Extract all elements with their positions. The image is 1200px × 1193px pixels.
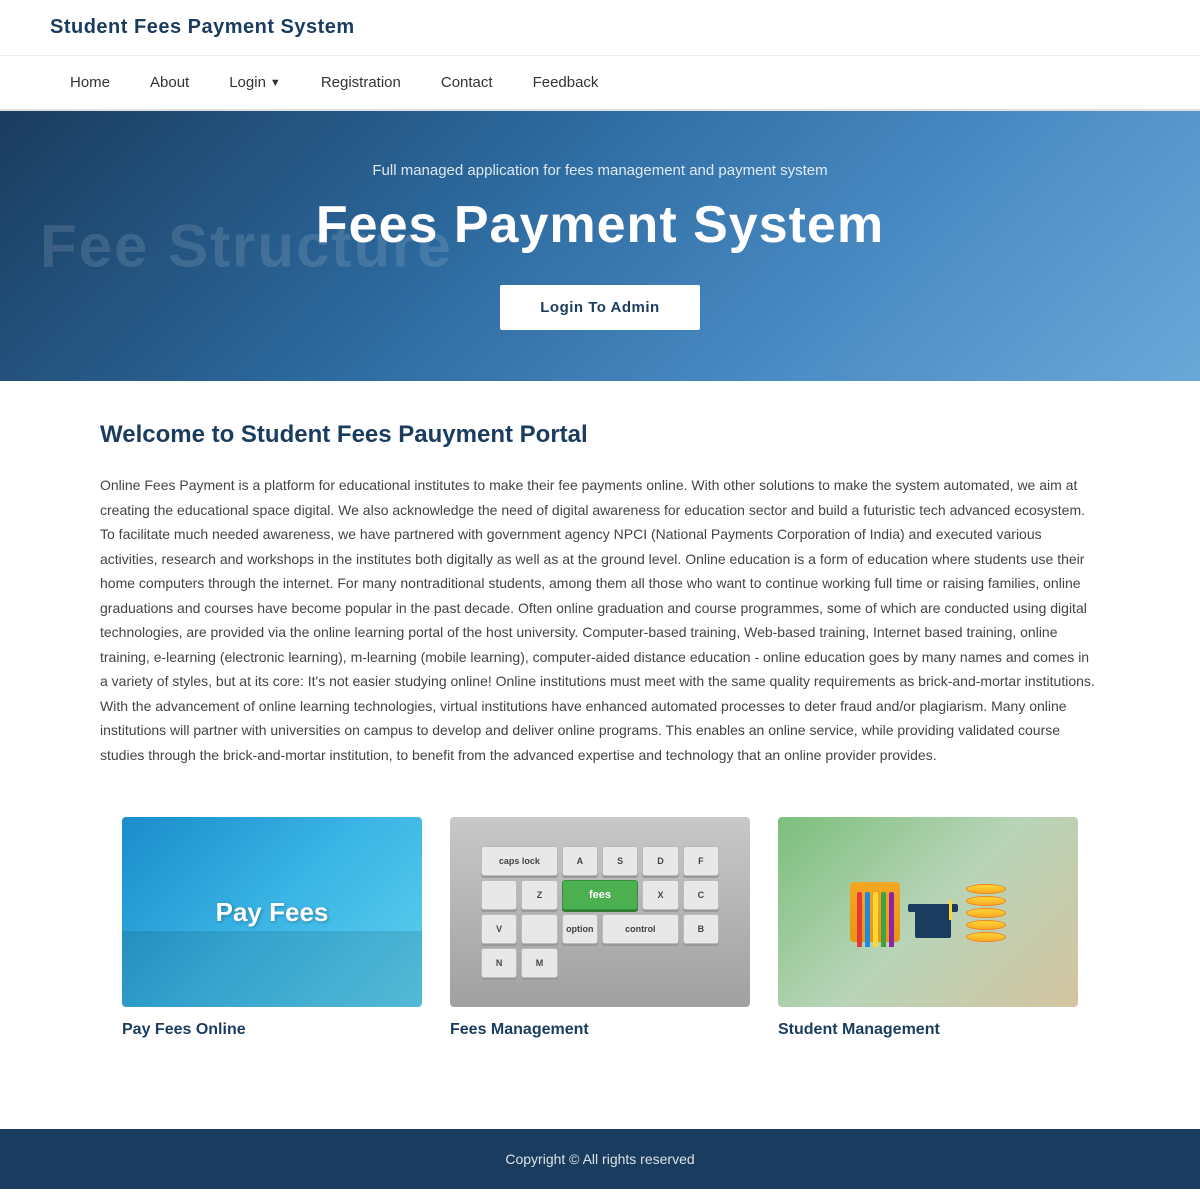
nav-login[interactable]: Login ▼ bbox=[209, 56, 301, 109]
site-header: Student Fees Payment System bbox=[0, 0, 1200, 56]
student-mgmt-visual bbox=[778, 817, 1078, 1007]
coin-3 bbox=[966, 908, 1006, 918]
hero-subtitle: Full managed application for fees manage… bbox=[372, 162, 827, 179]
pay-fees-card[interactable]: Pay Fees Pay Fees Online bbox=[122, 817, 422, 1039]
pay-fees-label: Pay Fees bbox=[216, 897, 329, 928]
pencil-green bbox=[881, 892, 886, 947]
key-v: V bbox=[481, 914, 517, 944]
fees-mgmt-title: Fees Management bbox=[450, 1021, 750, 1039]
hat-tassel bbox=[949, 900, 952, 920]
student-mgmt-title: Student Management bbox=[778, 1021, 1078, 1039]
nav-home[interactable]: Home bbox=[50, 56, 130, 109]
fees-key: fees bbox=[562, 880, 639, 910]
nav-registration[interactable]: Registration bbox=[301, 56, 421, 109]
coin-1 bbox=[966, 884, 1006, 894]
login-to-admin-button[interactable]: Login To Admin bbox=[500, 285, 699, 330]
coin-4 bbox=[966, 920, 1006, 930]
key-spacer1 bbox=[481, 880, 517, 910]
hat-cap bbox=[915, 910, 951, 938]
key-c: C bbox=[683, 880, 719, 910]
key-z: Z bbox=[521, 880, 557, 910]
coin-2 bbox=[966, 896, 1006, 906]
key-b: B bbox=[683, 914, 719, 944]
pencil-cup bbox=[850, 882, 900, 942]
site-footer: Copyright © All rights reserved bbox=[0, 1129, 1200, 1189]
pay-fees-title: Pay Fees Online bbox=[122, 1021, 422, 1039]
main-nav: Home About Login ▼ Registration Contact … bbox=[0, 56, 1200, 111]
fees-mgmt-card[interactable]: caps lock A S D F Z fees X C V option co… bbox=[450, 817, 750, 1039]
key-m: M bbox=[521, 948, 557, 978]
key-x: X bbox=[642, 880, 678, 910]
pay-fees-image: Pay Fees bbox=[122, 817, 422, 1007]
chevron-down-icon: ▼ bbox=[270, 77, 281, 89]
coins-stack bbox=[966, 884, 1006, 942]
nav-feedback[interactable]: Feedback bbox=[513, 56, 619, 109]
key-spacer2 bbox=[521, 914, 557, 944]
hero-section: Fee Structure Full managed application f… bbox=[0, 111, 1200, 381]
key-f: F bbox=[683, 846, 719, 876]
fees-mgmt-visual: caps lock A S D F Z fees X C V option co… bbox=[450, 817, 750, 1007]
welcome-title: Welcome to Student Fees Pauyment Portal bbox=[100, 421, 1100, 449]
pencil-red bbox=[857, 892, 862, 947]
cards-row: Pay Fees Pay Fees Online caps lock A S D… bbox=[100, 817, 1100, 1039]
key-option: option bbox=[562, 914, 598, 944]
student-mgmt-card[interactable]: Student Management bbox=[778, 817, 1078, 1039]
welcome-text: Online Fees Payment is a platform for ed… bbox=[100, 473, 1100, 767]
key-a: A bbox=[562, 846, 598, 876]
fees-mgmt-image: caps lock A S D F Z fees X C V option co… bbox=[450, 817, 750, 1007]
nav-about[interactable]: About bbox=[130, 56, 209, 109]
pencil-blue bbox=[865, 892, 870, 947]
key-d: D bbox=[642, 846, 678, 876]
pencil-purple bbox=[889, 892, 894, 947]
key-n: N bbox=[481, 948, 517, 978]
copyright-text: Copyright © All rights reserved bbox=[505, 1151, 694, 1167]
caps-lock-key: caps lock bbox=[481, 846, 558, 876]
key-s: S bbox=[602, 846, 638, 876]
keyboard-visual: caps lock A S D F Z fees X C V option co… bbox=[465, 830, 735, 994]
pencil-yellow bbox=[873, 892, 878, 947]
hero-title: Fees Payment System bbox=[316, 195, 884, 255]
site-logo: Student Fees Payment System bbox=[50, 16, 355, 39]
student-visual bbox=[850, 882, 1006, 942]
key-control: control bbox=[602, 914, 679, 944]
graduation-hat bbox=[908, 892, 958, 942]
coin-5 bbox=[966, 932, 1006, 942]
main-content: Welcome to Student Fees Pauyment Portal … bbox=[80, 381, 1120, 1129]
student-mgmt-image bbox=[778, 817, 1078, 1007]
pay-fees-visual: Pay Fees bbox=[122, 817, 422, 1007]
nav-contact[interactable]: Contact bbox=[421, 56, 513, 109]
